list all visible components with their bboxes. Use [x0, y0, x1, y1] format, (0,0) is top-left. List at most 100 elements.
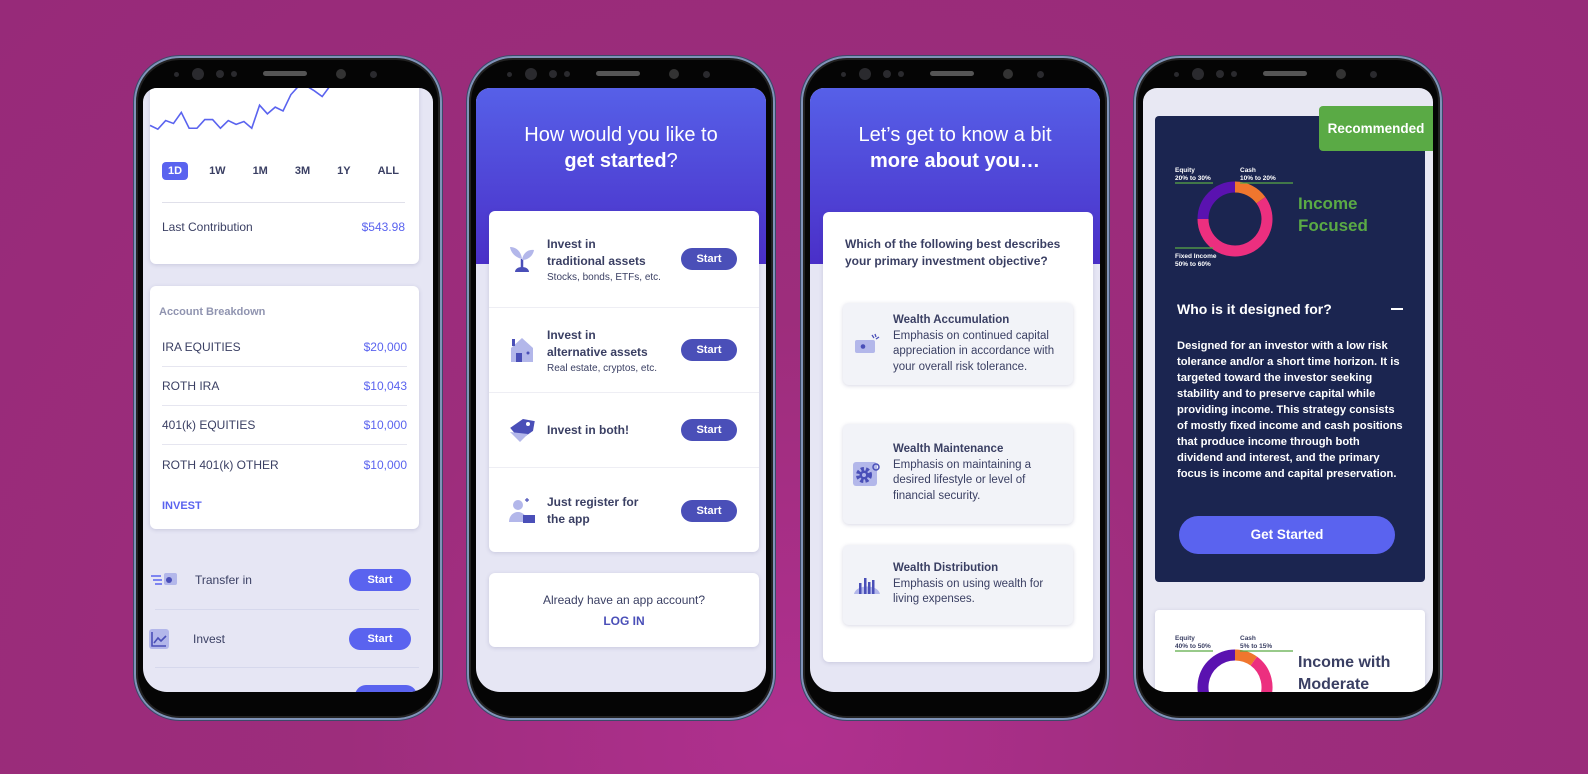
range-tab-1w[interactable]: 1W [203, 162, 232, 180]
start-button[interactable]: Start [681, 248, 737, 270]
title-line1: Let’s get to know a bit [858, 124, 1052, 146]
breakdown-title: Account Breakdown [159, 306, 266, 318]
donut-slice-fixed-income [1197, 196, 1273, 257]
allocation-range: 10% to 20% [1240, 175, 1276, 182]
user-register-icon [509, 497, 535, 523]
option-traditional: Invest in traditional assets Stocks, bonds… [489, 211, 759, 308]
chart-icon [149, 628, 169, 649]
portfolio-card-income-focused: Equity 20% to 30% Cash 10% to 20% Fixed Inco… [1155, 116, 1425, 582]
donut-slice-cash [1234, 181, 1266, 204]
login-card: Already have an app account? LOG IN [489, 573, 759, 647]
question-text: Which of the following best describes yo… [845, 237, 1061, 268]
range-tab-1y[interactable]: 1Y [331, 162, 356, 180]
objective-card-distribution[interactable]: Wealth Distribution Emphasis on using we… [843, 545, 1073, 625]
option-subtitle: Stocks, bonds, ETFs, etc. [547, 271, 661, 283]
portfolio-card-income-moderate: Equity 40% to 50% Cash 5% to 15% Income wit… [1155, 610, 1425, 692]
start-button[interactable]: Start [349, 568, 411, 591]
account-name: ROTH IRA [162, 379, 220, 393]
option-register: Just register for the app Start [489, 468, 759, 553]
option-alternative: Invest in alternative assets Real estate, … [489, 308, 759, 393]
portfolio-name: Income with Moderate [1298, 654, 1391, 692]
start-button[interactable]: Start [681, 419, 737, 441]
range-tabs: 1D 1W 1M 3M 1Y ALL [162, 162, 405, 180]
account-row[interactable]: 401(k) EQUITIES $10,000 [162, 406, 407, 445]
login-link[interactable]: LOG IN [489, 614, 759, 628]
account-name: ROTH 401(k) OTHER [162, 457, 279, 472]
phone-bezel [803, 58, 1107, 90]
phone-4-portfolio: Equity 20% to 30% Cash 10% to 20% Fixed Inco… [1134, 56, 1442, 720]
account-value: $10,000 [363, 418, 407, 432]
login-prompt: Already have an app account? [542, 593, 706, 607]
phone-bezel [1136, 58, 1440, 90]
allocation-range: 20% to 30% [1175, 175, 1211, 182]
account-row[interactable]: ROTH 401(k) OTHER $10,000 [162, 445, 407, 484]
account-value: $20,000 [363, 340, 407, 354]
option-both: Invest in both! Start [489, 393, 759, 468]
donut-slice-cash [1234, 649, 1258, 666]
account-breakdown-card: Account Breakdown IRA EQUITIES $20,000 ROT… [150, 286, 419, 529]
house-icon [511, 338, 533, 362]
account-list: IRA EQUITIES $20,000 ROTH IRA $10,043 401(k)… [150, 328, 419, 484]
get-started-button[interactable]: Get Started [1179, 516, 1395, 554]
account-row[interactable]: IRA EQUITIES $20,000 [162, 328, 407, 367]
title-bold: get started [564, 150, 667, 172]
screen: Equity 20% to 30% Cash 10% to 20% Fixed Inco… [1143, 88, 1433, 692]
account-value: $10,043 [363, 379, 407, 393]
account-name: 401(k) EQUITIES [162, 418, 256, 432]
allocation-range: 5% to 15% [1240, 643, 1272, 650]
range-tab-1d[interactable]: 1D [162, 162, 189, 180]
option-title: Invest in alternative assets [547, 327, 648, 359]
screen: How would you like to get started? Inves… [476, 88, 766, 692]
plant-icon [510, 247, 534, 272]
start-button[interactable]: Start [349, 627, 411, 650]
wallet-sparkle-icon [855, 333, 880, 353]
range-tab-all[interactable]: ALL [372, 162, 405, 180]
last-contribution-label: Last Contribution [162, 220, 253, 234]
bar-distribution-icon [854, 578, 880, 594]
account-name: IRA EQUITIES [162, 340, 241, 354]
objective-title: Wealth Accumulation [893, 314, 1010, 326]
account-row[interactable]: ROTH IRA $10,043 [162, 367, 407, 406]
sparkline-line [149, 88, 330, 131]
question-heading: Who is it designed for? [1177, 301, 1332, 317]
portfolio-description: Designed for an investor with a low risk… [1177, 340, 1403, 480]
range-tab-3m[interactable]: 3M [289, 162, 316, 180]
title-line1: How would you like to [524, 124, 718, 146]
allocation-label: Equity [1175, 635, 1195, 642]
range-tab-1m[interactable]: 1M [247, 162, 274, 180]
recommended-badge: Recommended [1319, 106, 1433, 151]
portfolio-name: Income Focused [1298, 194, 1368, 235]
objective-card-maintenance[interactable]: Wealth Maintenance Emphasis on maintaini… [843, 424, 1073, 524]
action-row-invest: Invest Start [149, 610, 419, 668]
objective-title: Wealth Maintenance [893, 443, 1004, 455]
objective-title: Wealth Distribution [893, 562, 999, 574]
allocation-range: 40% to 50% [1175, 643, 1211, 650]
start-button-partial[interactable] [355, 685, 417, 692]
option-title: Invest in both! [547, 422, 629, 437]
option-title: Invest in traditional assets [547, 236, 646, 268]
objective-card-accumulation[interactable]: Wealth Accumulation Emphasis on continue… [843, 303, 1073, 385]
phone-bezel [136, 58, 440, 90]
options-card: Invest in traditional assets Stocks, bonds… [489, 211, 759, 552]
question-card: Which of the following best describes yo… [823, 212, 1093, 662]
donut-slice-equity [1197, 649, 1236, 692]
action-label: Invest [193, 631, 226, 646]
start-button[interactable]: Start [681, 339, 737, 361]
donut-slice-fixed-income [1250, 656, 1273, 692]
allocation-label: Fixed Income [1175, 253, 1217, 260]
gear-icon [853, 462, 880, 486]
minus-icon[interactable] [1391, 308, 1403, 310]
allocation-label: Cash [1240, 635, 1256, 642]
last-contribution-value: $543.98 [361, 220, 405, 234]
account-value: $10,000 [363, 457, 407, 472]
title-bold: more about you… [869, 150, 1040, 172]
start-button[interactable]: Start [681, 499, 737, 522]
allocation-range: 50% to 60% [1175, 261, 1211, 268]
allocation-donut: Equity20% to 30% Cash10% to 20% Fixed Inco… [1175, 167, 1293, 268]
donut-slice-equity [1197, 181, 1236, 220]
invest-link[interactable]: INVEST [162, 500, 407, 512]
transfer-icon [151, 572, 177, 585]
sparkline-chart [149, 88, 330, 131]
phone-2-get-started: How would you like to get started? Inves… [467, 56, 775, 720]
screen: 1D 1W 1M 3M 1Y ALL Last Contribution $543.98 … [143, 88, 433, 692]
